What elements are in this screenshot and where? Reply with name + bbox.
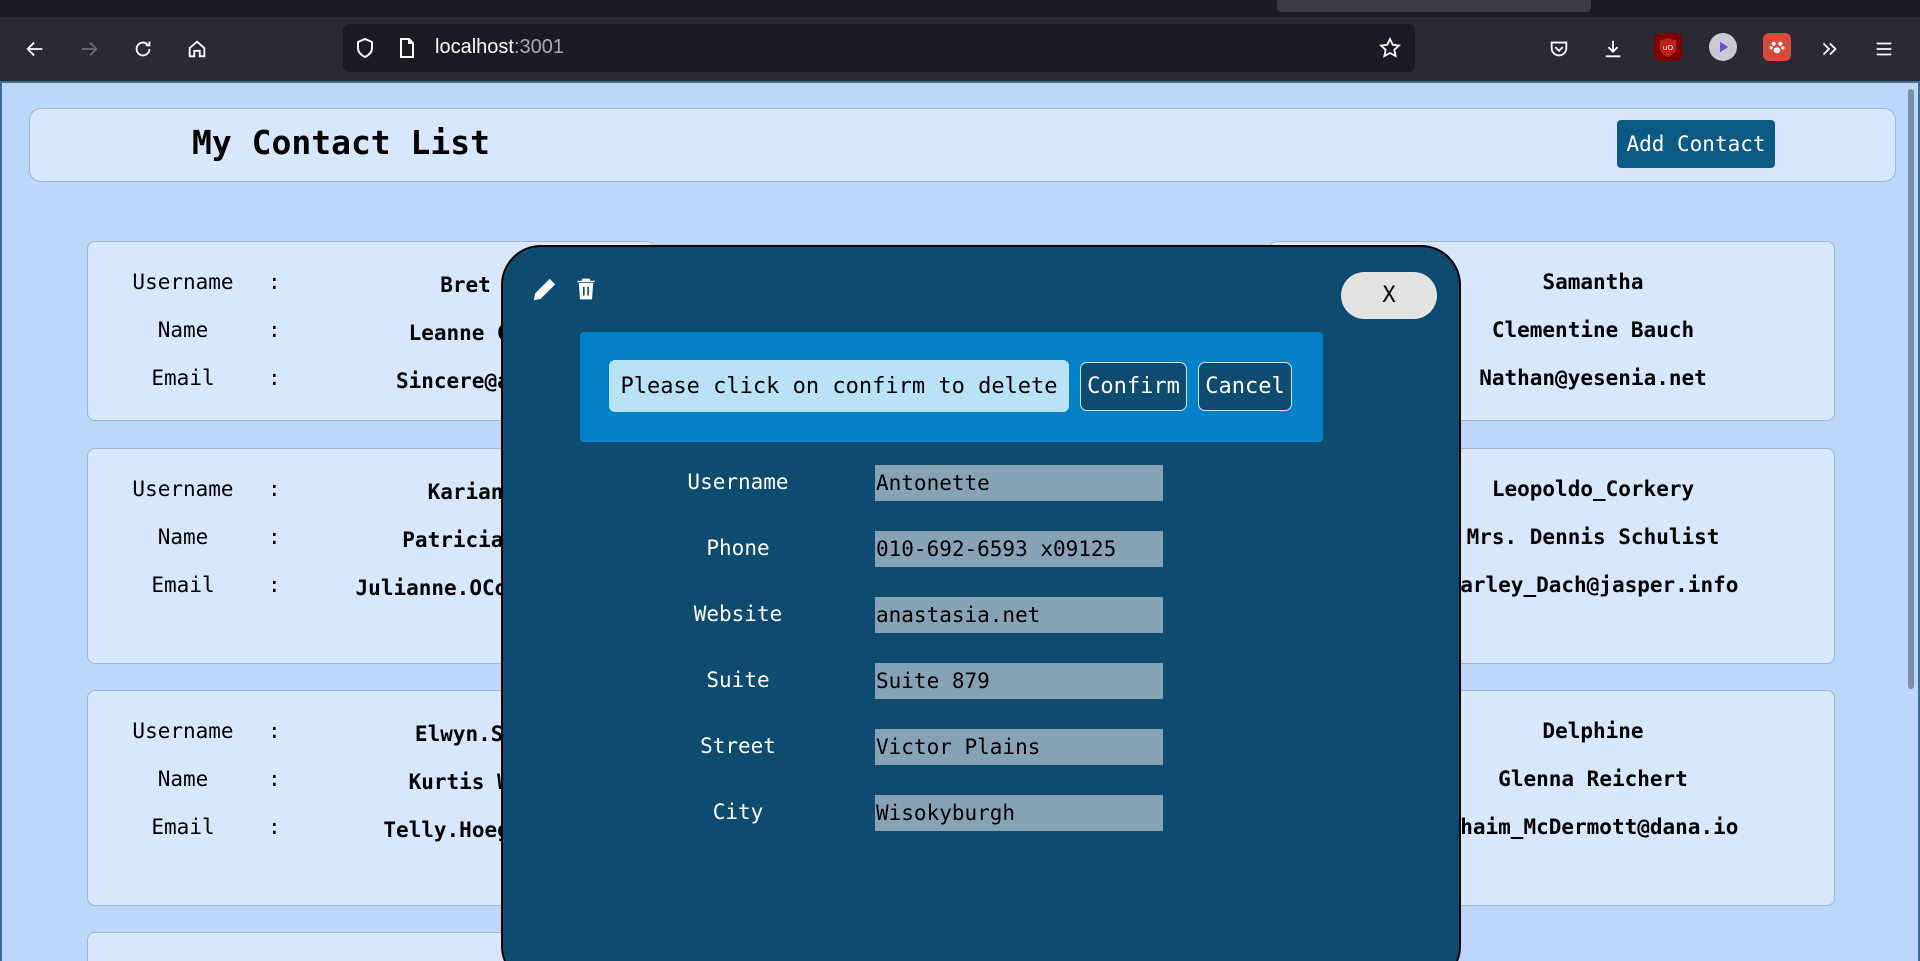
pocket-icon xyxy=(1550,41,1568,57)
cancel-delete-button[interactable]: Cancel xyxy=(1198,362,1292,411)
address-bar[interactable]: localhost:3001 xyxy=(343,24,1415,72)
colon-separator: : xyxy=(268,525,281,549)
username-field[interactable] xyxy=(875,465,1163,501)
colon-separator: : xyxy=(268,815,281,839)
arrow-right-icon xyxy=(81,41,98,57)
field-website: Website xyxy=(503,597,1459,633)
username-label: Username xyxy=(132,719,234,743)
colon-separator: : xyxy=(268,318,281,342)
delete-confirm-message: Please click on confirm to delete xyxy=(609,360,1069,412)
browser-tab[interactable] xyxy=(1277,0,1591,12)
delete-confirm-bar: Please click on confirm to delete Confir… xyxy=(580,332,1323,442)
name-label: Name xyxy=(157,318,209,342)
star-icon[interactable] xyxy=(1378,36,1402,60)
svg-text:uO: uO xyxy=(1663,43,1674,52)
colon-separator: : xyxy=(268,477,281,501)
downloads-button[interactable] xyxy=(1595,31,1631,67)
app-header: My Contact List Add Contact xyxy=(29,108,1896,182)
paw-extension-icon[interactable] xyxy=(1763,33,1791,61)
field-label: City xyxy=(712,800,764,824)
username-label: Username xyxy=(132,477,234,501)
arrow-left-icon xyxy=(26,41,43,57)
colon-separator: : xyxy=(268,366,281,390)
street-field[interactable] xyxy=(875,729,1163,765)
page-icon[interactable] xyxy=(395,36,419,60)
field-phone: Phone xyxy=(503,531,1459,567)
page-title: My Contact List xyxy=(192,123,491,162)
url-text[interactable]: localhost:3001 xyxy=(435,36,564,59)
ublock-icon[interactable]: uO xyxy=(1654,33,1682,61)
reload-button[interactable] xyxy=(125,31,161,67)
paw-icon xyxy=(1769,41,1785,54)
url-host: localhost xyxy=(435,36,514,58)
reload-icon xyxy=(135,41,151,57)
field-label: Phone xyxy=(706,536,770,560)
trash-icon[interactable] xyxy=(573,275,599,303)
pocket-button[interactable] xyxy=(1541,31,1577,67)
colon-separator: : xyxy=(268,719,281,743)
browser-toolbar: localhost:3001 uO xyxy=(0,17,1920,81)
field-city: City xyxy=(503,795,1459,831)
menu-button[interactable] xyxy=(1866,31,1902,67)
field-label: Suite xyxy=(706,668,770,692)
field-street: Street xyxy=(503,729,1459,765)
chevron-double-right-icon xyxy=(1822,42,1837,56)
home-icon xyxy=(188,40,206,58)
confirm-delete-button[interactable]: Confirm xyxy=(1080,362,1187,411)
name-label: Name xyxy=(157,767,209,791)
page-scrollbar[interactable] xyxy=(1908,89,1914,689)
email-label: Email xyxy=(151,366,215,390)
tab-strip xyxy=(0,0,1920,17)
play-icon xyxy=(1720,41,1729,53)
username-label: Username xyxy=(132,270,234,294)
colon-separator: : xyxy=(268,573,281,597)
pencil-icon[interactable] xyxy=(531,275,559,303)
download-icon xyxy=(1605,40,1621,58)
email-label: Email xyxy=(151,573,215,597)
phone-field[interactable] xyxy=(875,531,1163,567)
shield-icon[interactable] xyxy=(353,36,377,60)
url-port: :3001 xyxy=(513,36,564,58)
website-field[interactable] xyxy=(875,597,1163,633)
media-extension-icon[interactable] xyxy=(1709,33,1737,61)
close-modal-button[interactable]: X xyxy=(1341,272,1437,319)
contact-detail-modal: X Please click on confirm to delete Conf… xyxy=(501,245,1461,961)
forward-button[interactable] xyxy=(71,31,107,67)
home-button[interactable] xyxy=(179,31,215,67)
field-label: Street xyxy=(700,734,776,758)
hamburger-icon xyxy=(1876,42,1892,56)
ublock-shield-icon: uO xyxy=(1659,37,1677,58)
more-tools-button[interactable] xyxy=(1811,31,1847,67)
field-label: Website xyxy=(693,602,783,626)
suite-field[interactable] xyxy=(875,663,1163,699)
field-label: Username xyxy=(687,470,789,494)
add-contact-button[interactable]: Add Contact xyxy=(1617,120,1775,168)
email-label: Email xyxy=(151,815,215,839)
colon-separator: : xyxy=(268,767,281,791)
colon-separator: : xyxy=(268,270,281,294)
field-username: Username xyxy=(503,465,1459,501)
field-suite: Suite xyxy=(503,663,1459,699)
name-label: Name xyxy=(157,525,209,549)
city-field[interactable] xyxy=(875,795,1163,831)
back-button[interactable] xyxy=(17,31,53,67)
page-content: My Contact List Add Contact Username : B… xyxy=(0,81,1920,961)
